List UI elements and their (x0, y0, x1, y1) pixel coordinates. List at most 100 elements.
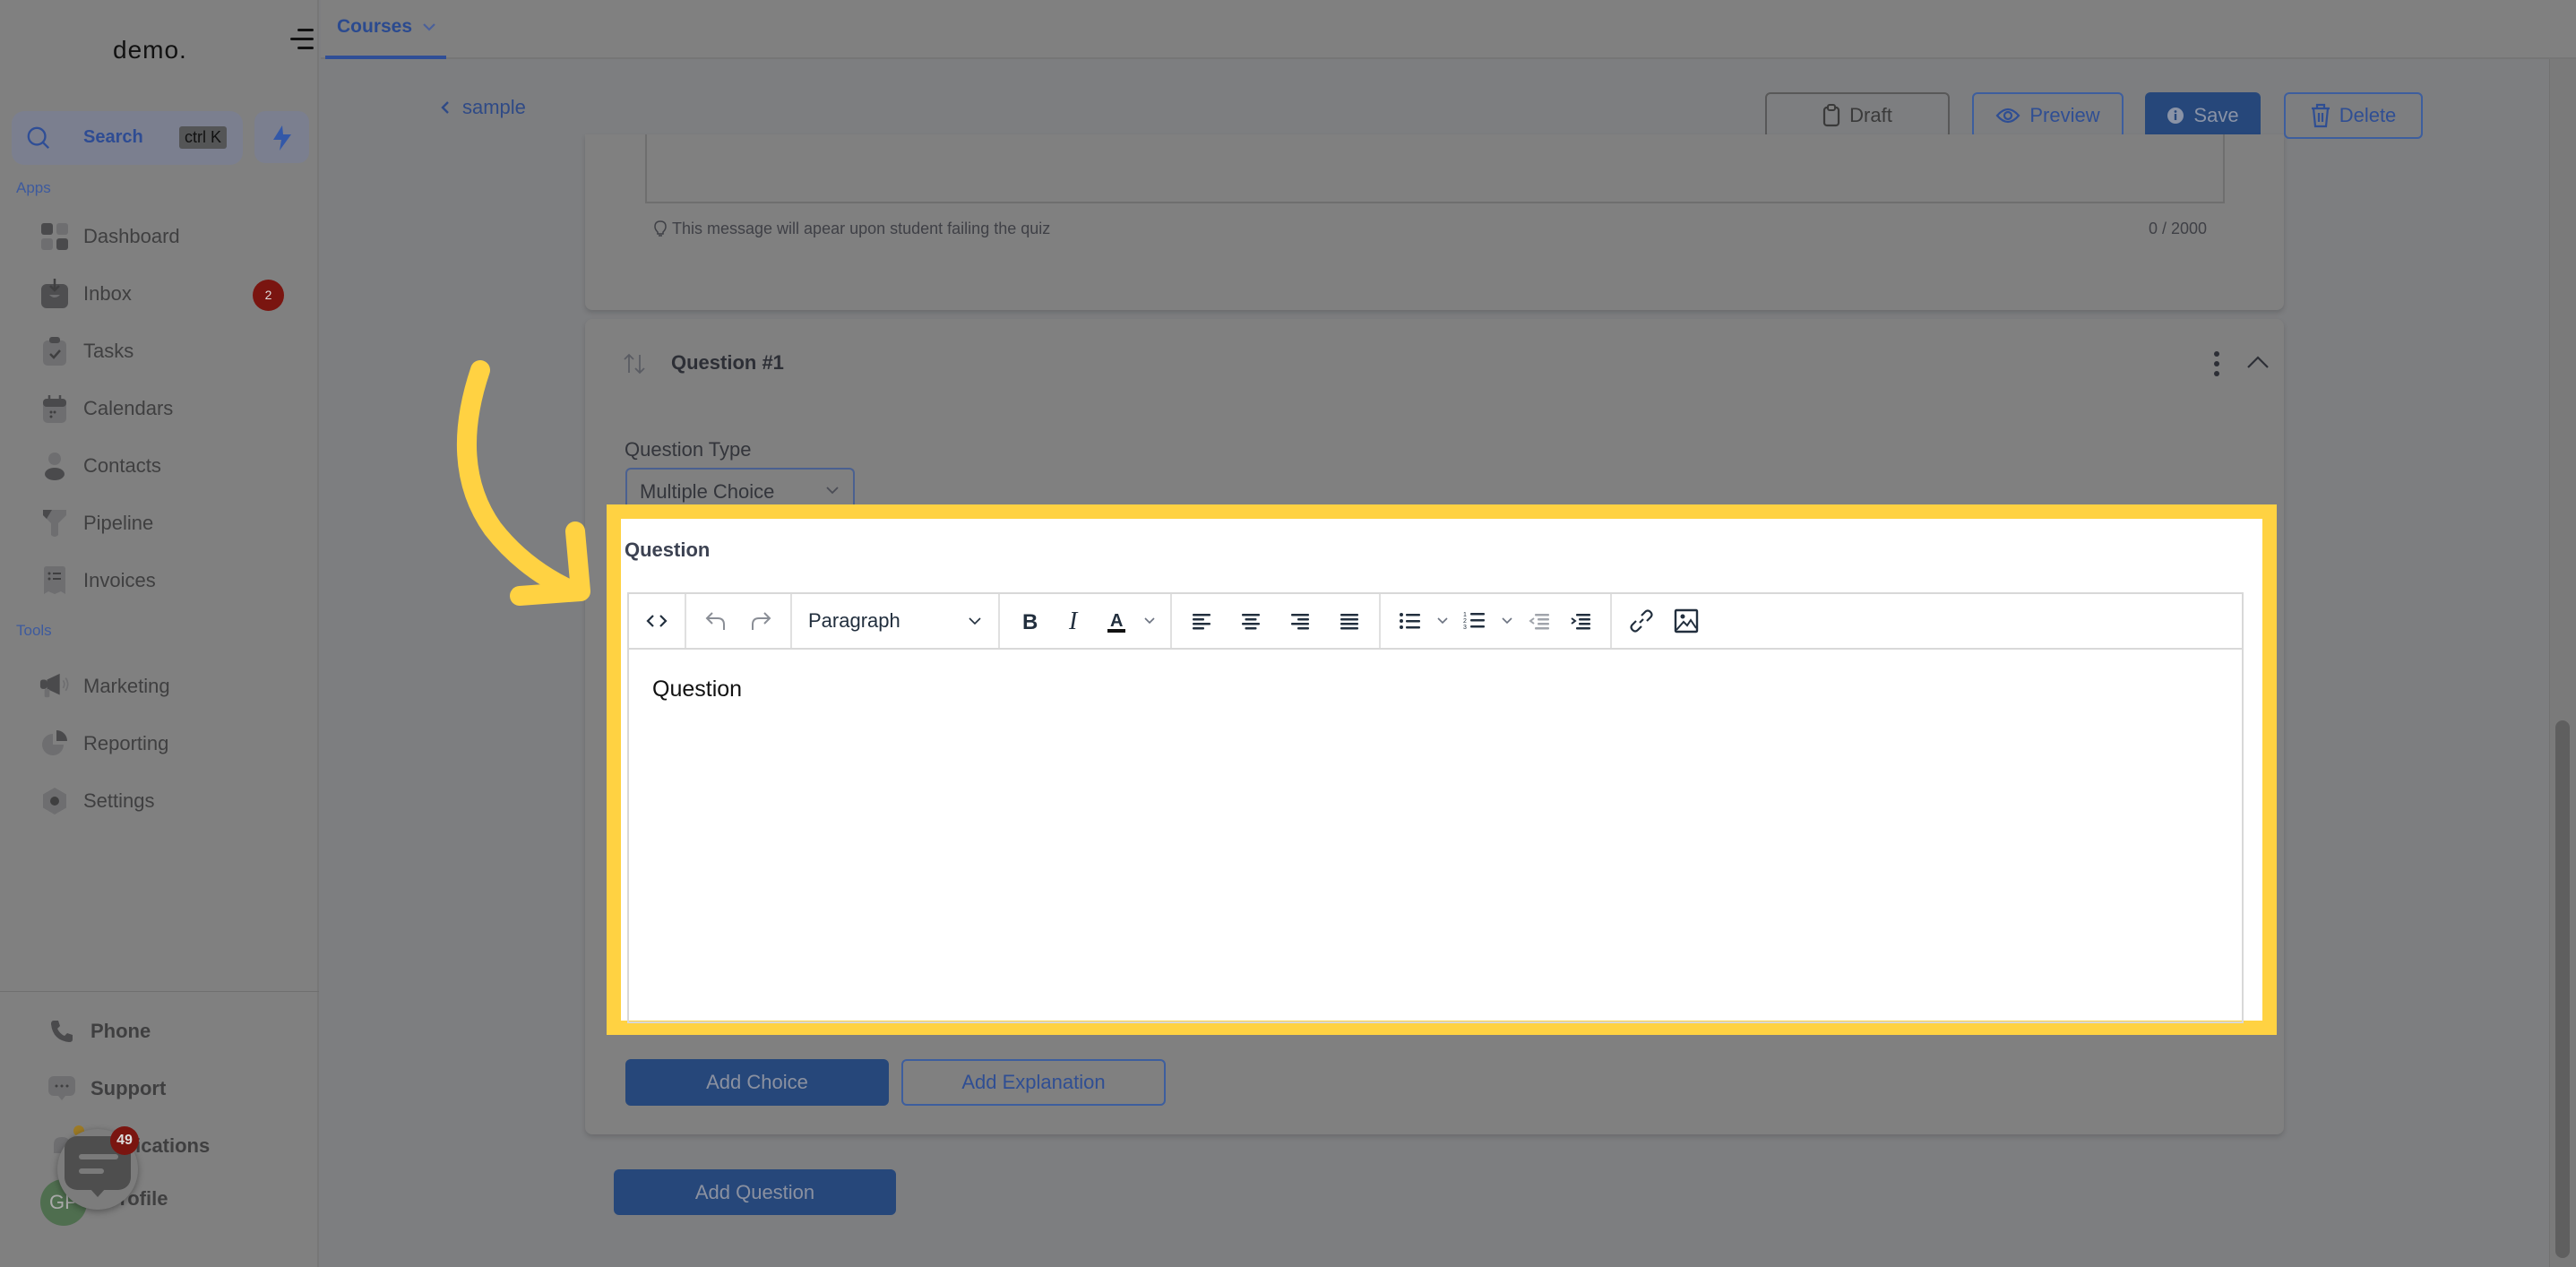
numbered-list-button[interactable]: 123 (1454, 600, 1495, 642)
chevron-down-icon (423, 23, 435, 31)
sidebar-item-label: Inbox (83, 282, 132, 305)
highlight-frame: Question Paragraph B I A 1 2 3 Question (607, 504, 2277, 1035)
sidebar-item-dashboard[interactable]: Dashboard (39, 219, 180, 254)
chevron-down-icon (969, 617, 981, 625)
sidebar-item-label: Pipeline (83, 512, 154, 534)
insert-link-button[interactable] (1621, 600, 1662, 642)
align-left-button[interactable] (1181, 600, 1222, 642)
info-icon (2167, 108, 2184, 124)
scrollbar[interactable] (2549, 59, 2576, 1267)
align-center-button[interactable] (1230, 600, 1271, 642)
search-icon (27, 126, 50, 150)
sidebar-item-phone[interactable]: Phone (47, 1013, 151, 1049)
align-center-icon (1242, 614, 1260, 630)
outdent-button[interactable] (1519, 600, 1560, 642)
logo: demo. (113, 36, 187, 64)
quick-actions-button[interactable] (254, 111, 309, 163)
sidebar-item-pipeline[interactable]: Pipeline (39, 505, 153, 541)
indent-icon (1571, 614, 1590, 630)
add-question-button[interactable]: Add Question (614, 1169, 896, 1215)
align-justify-icon (1340, 614, 1358, 630)
draft-label: Draft (1849, 104, 1892, 126)
link-icon (1630, 609, 1653, 633)
delete-label: Delete (2339, 104, 2397, 126)
bold-button[interactable]: B (1009, 600, 1050, 642)
menu-toggle-icon[interactable] (290, 29, 314, 50)
align-right-button[interactable] (1279, 600, 1321, 642)
search-button[interactable]: Search ctrl K (12, 111, 243, 165)
undo-button[interactable] (695, 600, 737, 642)
italic-button[interactable]: I (1054, 600, 1095, 642)
pipeline-icon (39, 508, 70, 539)
sidebar-item-label: Invoices (83, 569, 156, 591)
svg-text:B: B (1022, 610, 1038, 632)
annotation-arrow-icon (456, 360, 590, 606)
block-format-value: Paragraph (808, 609, 900, 632)
preview-button[interactable]: Preview (1972, 92, 2124, 139)
tab-courses[interactable]: Courses (337, 16, 435, 38)
question-type-value: Multiple Choice (640, 480, 775, 503)
sidebar-item-contacts[interactable]: Contacts (39, 448, 161, 484)
sidebar-item-reporting[interactable]: Reporting (39, 726, 168, 762)
sidebar-item-label: Reporting (83, 732, 169, 754)
sidebar-item-invoices[interactable]: Invoices (39, 563, 156, 599)
support-chat-icon (47, 1073, 77, 1104)
sidebar-divider (0, 991, 319, 992)
insert-image-button[interactable] (1666, 600, 1707, 642)
apps-section-label: Apps (16, 179, 51, 196)
question-field: Question Paragraph B I A 1 2 3 Question (621, 519, 2262, 1023)
chevron-down-icon (1437, 617, 1448, 625)
sidebar-item-marketing[interactable]: Marketing (39, 668, 170, 704)
sidebar-item-label: Marketing (83, 675, 170, 697)
add-choice-button[interactable]: Add Choice (625, 1059, 889, 1106)
redo-button[interactable] (740, 600, 781, 642)
italic-icon: I (1068, 609, 1079, 633)
bullet-list-button[interactable] (1390, 600, 1431, 642)
align-right-icon (1291, 614, 1309, 630)
svg-text:I: I (1068, 609, 1079, 633)
fail-message-counter: 0 / 2000 (2149, 220, 2208, 237)
text-color-dropdown[interactable] (1138, 600, 1161, 642)
save-button[interactable]: Save (2145, 92, 2261, 139)
source-code-button[interactable] (636, 600, 677, 642)
sidebar-item-inbox[interactable]: Inbox (39, 276, 132, 312)
svg-text:A: A (1110, 611, 1123, 631)
add-explanation-button[interactable]: Add Explanation (901, 1059, 1166, 1106)
sidebar-item-label: Calendars (83, 397, 174, 419)
draft-button[interactable]: Draft (1765, 92, 1950, 139)
editor-content[interactable]: Question (652, 677, 742, 702)
text-color-button[interactable]: A (1098, 600, 1134, 642)
chat-unread-badge: 49 (110, 1126, 139, 1155)
sidebar-item-label: Settings (83, 789, 155, 812)
sidebar-item-label: Tasks (83, 340, 134, 362)
numbered-list-dropdown[interactable] (1495, 600, 1519, 642)
back-link[interactable]: sample (441, 96, 526, 119)
numbered-list-icon: 123 (1463, 612, 1485, 631)
tab-label: Courses (337, 16, 413, 37)
clipboard-icon (1823, 104, 1840, 127)
sidebar-item-calendars[interactable]: Calendars (39, 391, 173, 427)
sidebar-item-label: Contacts (83, 454, 161, 477)
justify-button[interactable] (1329, 600, 1370, 642)
tools-section-label: Tools (16, 622, 52, 639)
search-shortcut: ctrl K (178, 126, 227, 149)
chevron-left-icon (441, 101, 449, 114)
scrollbar-thumb[interactable] (2555, 720, 2570, 1258)
indent-button[interactable] (1560, 600, 1601, 642)
question-label: Question (625, 539, 711, 561)
bolt-icon (273, 125, 291, 151)
delete-button[interactable]: Delete (2284, 92, 2423, 139)
sidebar-item-tasks[interactable]: Tasks (39, 333, 134, 369)
pie-chart-icon (39, 728, 70, 759)
search-label: Search (83, 127, 143, 147)
svg-text:3: 3 (1463, 625, 1467, 631)
sidebar-item-support[interactable]: Support (47, 1071, 166, 1107)
sidebar-item-settings[interactable]: Settings (39, 783, 155, 819)
fail-message-input[interactable] (645, 134, 2225, 203)
fail-message-hint: This message will apear upon student fai… (654, 220, 1050, 238)
chevron-up-icon[interactable] (2246, 355, 2270, 369)
block-format-select[interactable]: Paragraph (801, 600, 989, 642)
more-options-icon[interactable] (2211, 351, 2222, 376)
bullet-list-dropdown[interactable] (1431, 600, 1454, 642)
back-link-label: sample (462, 96, 526, 118)
